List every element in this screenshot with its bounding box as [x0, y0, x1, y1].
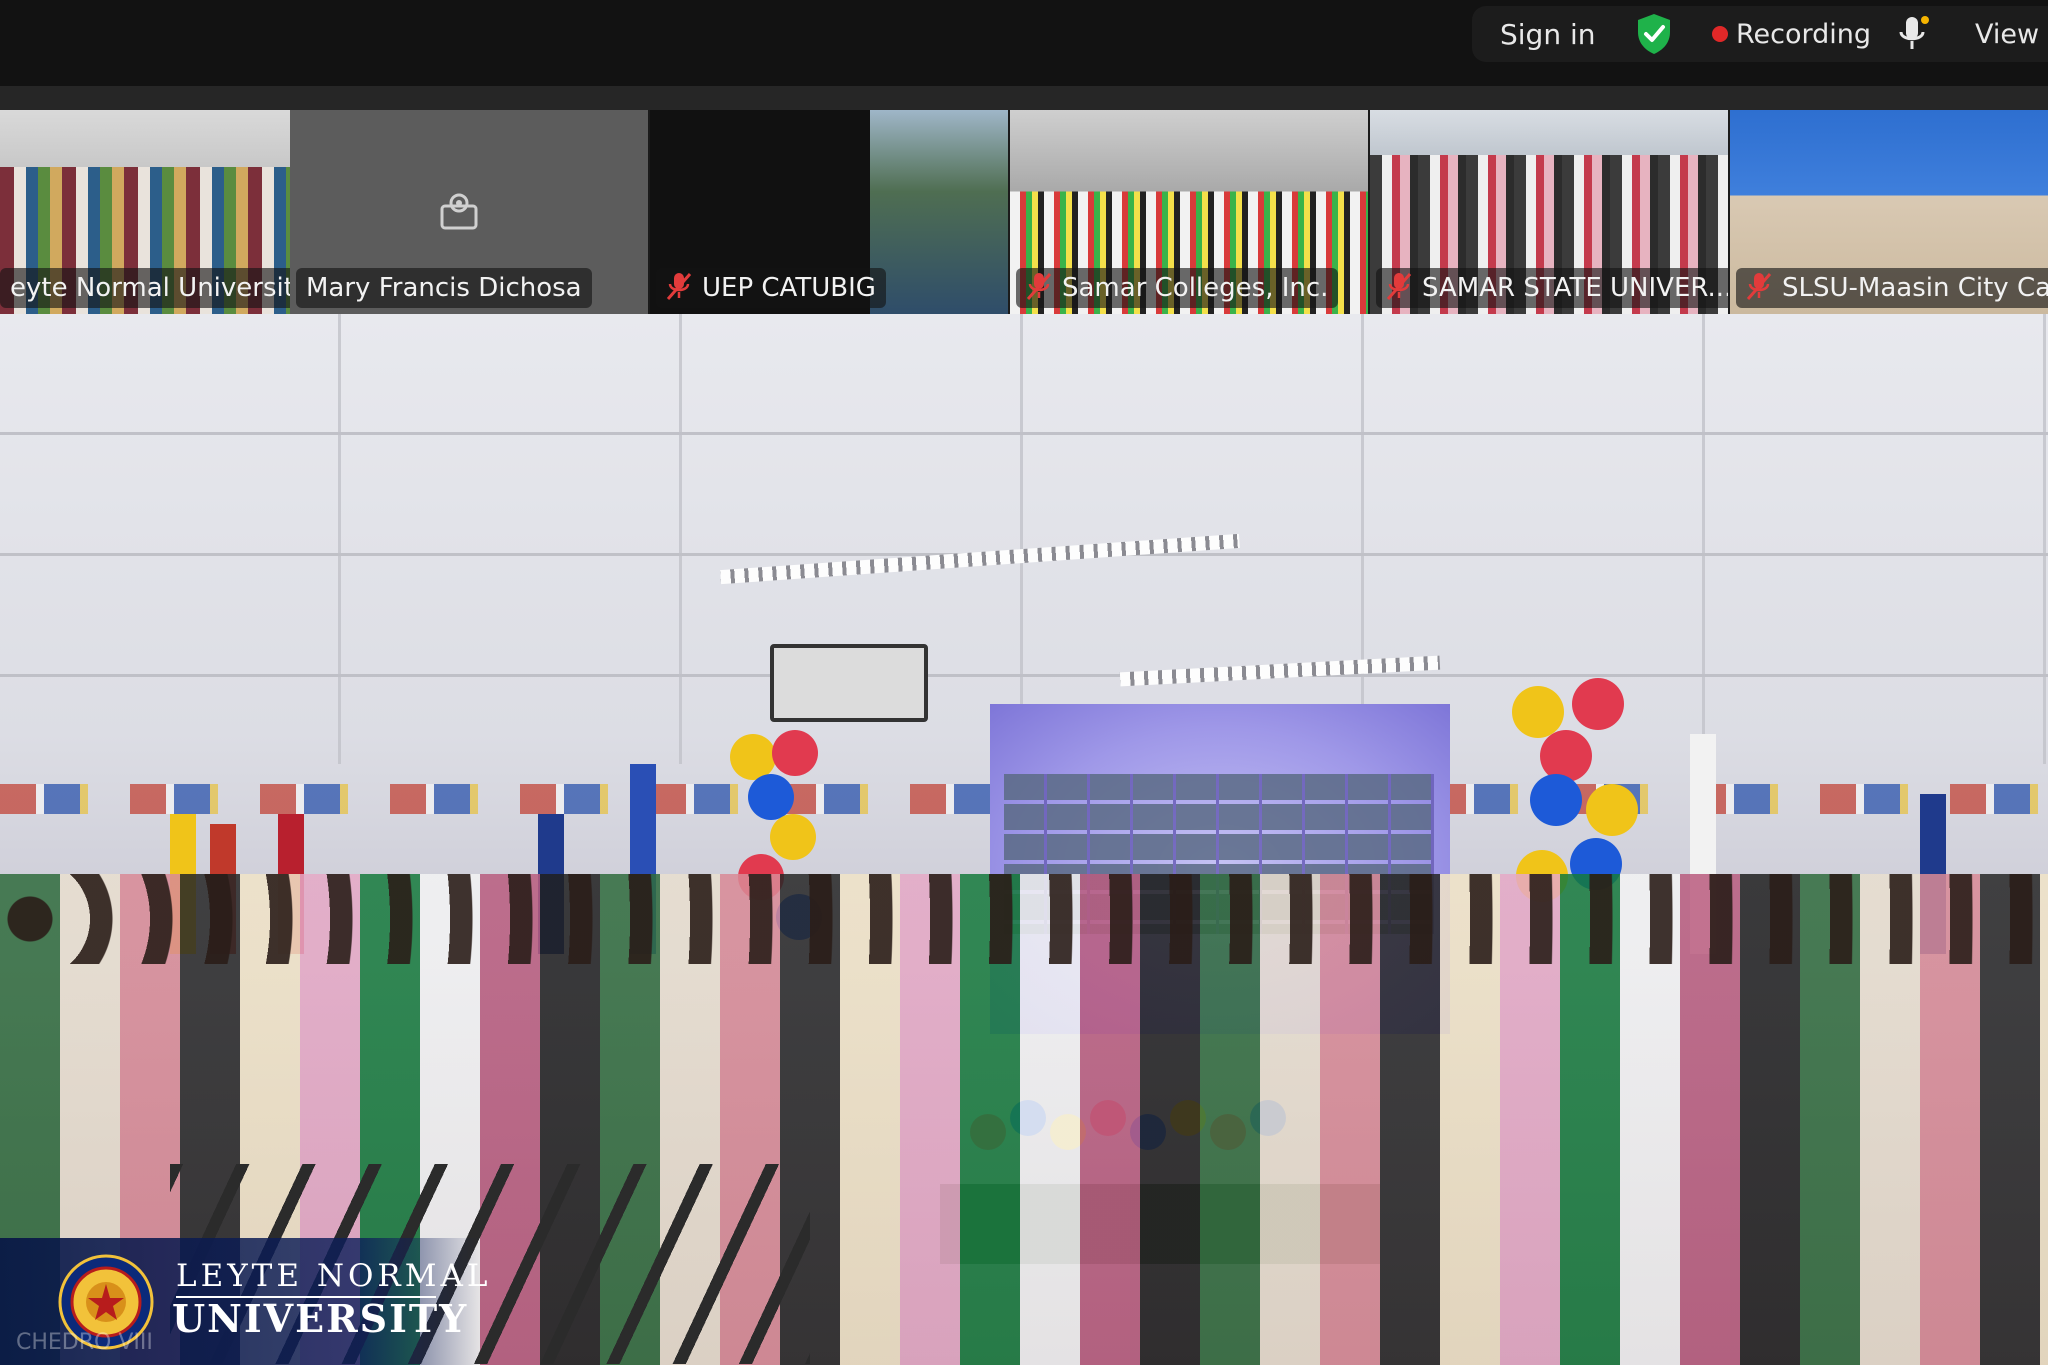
participant-tile[interactable]: SAMAR STATE UNIVER... — [1370, 110, 1728, 314]
participant-name: Mary Francis Dichosa — [306, 273, 582, 303]
muted-mic-icon — [666, 272, 692, 300]
participant-tile[interactable]: Mary Francis Dichosa — [290, 110, 648, 314]
top-separator — [0, 86, 2048, 110]
active-speaker-video[interactable] — [0, 314, 2048, 1365]
balloon — [1572, 678, 1624, 730]
participant-name-label: SLSU-Maasin City Ca — [1736, 268, 2048, 308]
participant-tile[interactable]: Samar Colleges, Inc. — [1010, 110, 1368, 314]
recording-indicator[interactable]: Recording — [1712, 14, 1871, 56]
shield-check-icon[interactable] — [1634, 12, 1674, 56]
participant-name-label: UEP CATUBIG — [656, 268, 886, 308]
balloon — [748, 774, 794, 820]
watermark-text: CHEDRO VIII — [16, 1330, 153, 1355]
recording-dot-icon — [1712, 25, 1728, 42]
camera-off-icon — [440, 193, 478, 230]
logo-line-two: UNIVERSITY — [172, 1296, 469, 1341]
muted-mic-icon — [1026, 272, 1052, 300]
participant-name: Samar Colleges, Inc. — [1062, 273, 1329, 303]
participant-strip: eyte Normal University Mary Francis Dich… — [0, 110, 2048, 314]
ceiling-projector — [770, 644, 928, 722]
participant-name: eyte Normal University — [10, 273, 310, 303]
muted-mic-icon — [1386, 272, 1412, 300]
sign-in-button[interactable]: Sign in — [1500, 14, 1596, 56]
participant-name-label: Samar Colleges, Inc. — [1016, 268, 1339, 308]
ceiling-tiles — [0, 314, 2048, 764]
view-menu-button[interactable]: View — [1975, 14, 2039, 56]
balloon — [772, 730, 818, 776]
participant-tile[interactable]: SLSU-Maasin City Ca — [1730, 110, 2048, 314]
recording-label: Recording — [1736, 19, 1872, 50]
balloon — [770, 814, 816, 860]
logo-line-one: LEYTE NORMAL — [176, 1258, 492, 1294]
microphone-icon[interactable] — [1896, 14, 1930, 54]
balloon — [1512, 686, 1564, 738]
meeting-top-bar: Sign in Recording View — [0, 0, 2048, 86]
people-heads — [0, 874, 2048, 964]
balloon — [1586, 784, 1638, 836]
participant-name: SAMAR STATE UNIVER... — [1422, 273, 1728, 303]
participant-name-label: eyte Normal University — [0, 268, 320, 308]
participant-tile[interactable]: UEP CATUBIG — [650, 110, 1008, 314]
balloon — [1530, 774, 1582, 826]
participant-name-label: SAMAR STATE UNIVER... — [1376, 268, 1728, 308]
participant-name: SLSU-Maasin City Ca — [1782, 273, 2048, 303]
participant-name: UEP CATUBIG — [702, 273, 876, 303]
muted-mic-icon — [1746, 272, 1772, 300]
participant-name-label: Mary Francis Dichosa — [296, 268, 592, 308]
